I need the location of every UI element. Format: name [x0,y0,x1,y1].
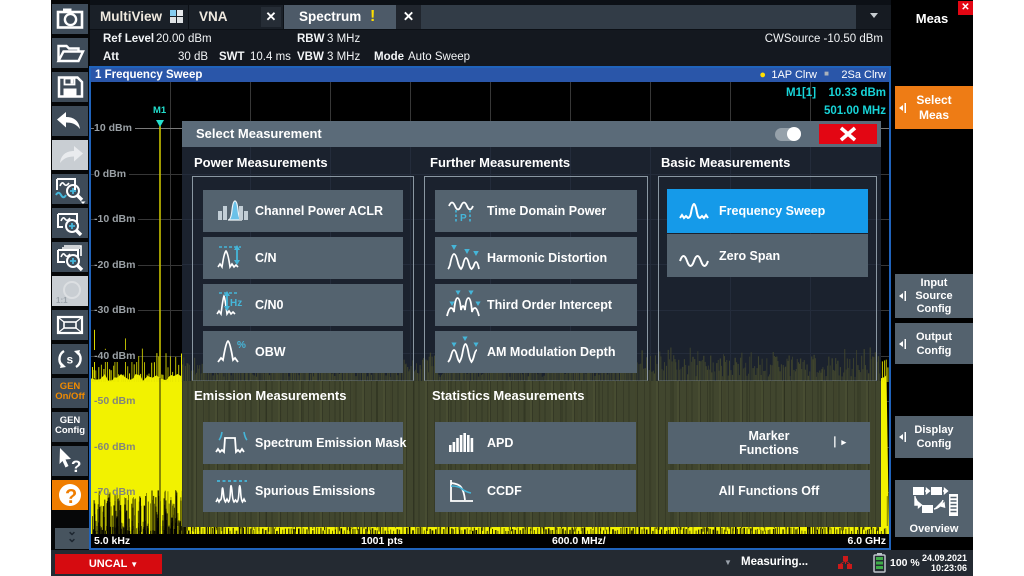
svg-text:?: ? [71,457,81,476]
svg-text:?: ? [65,486,77,508]
svg-text:Hz: Hz [230,298,242,309]
svg-text:s: s [67,353,74,367]
svg-text:1:1: 1:1 [56,296,68,305]
svg-text:P: P [460,213,467,224]
svg-text:%: % [237,340,246,351]
